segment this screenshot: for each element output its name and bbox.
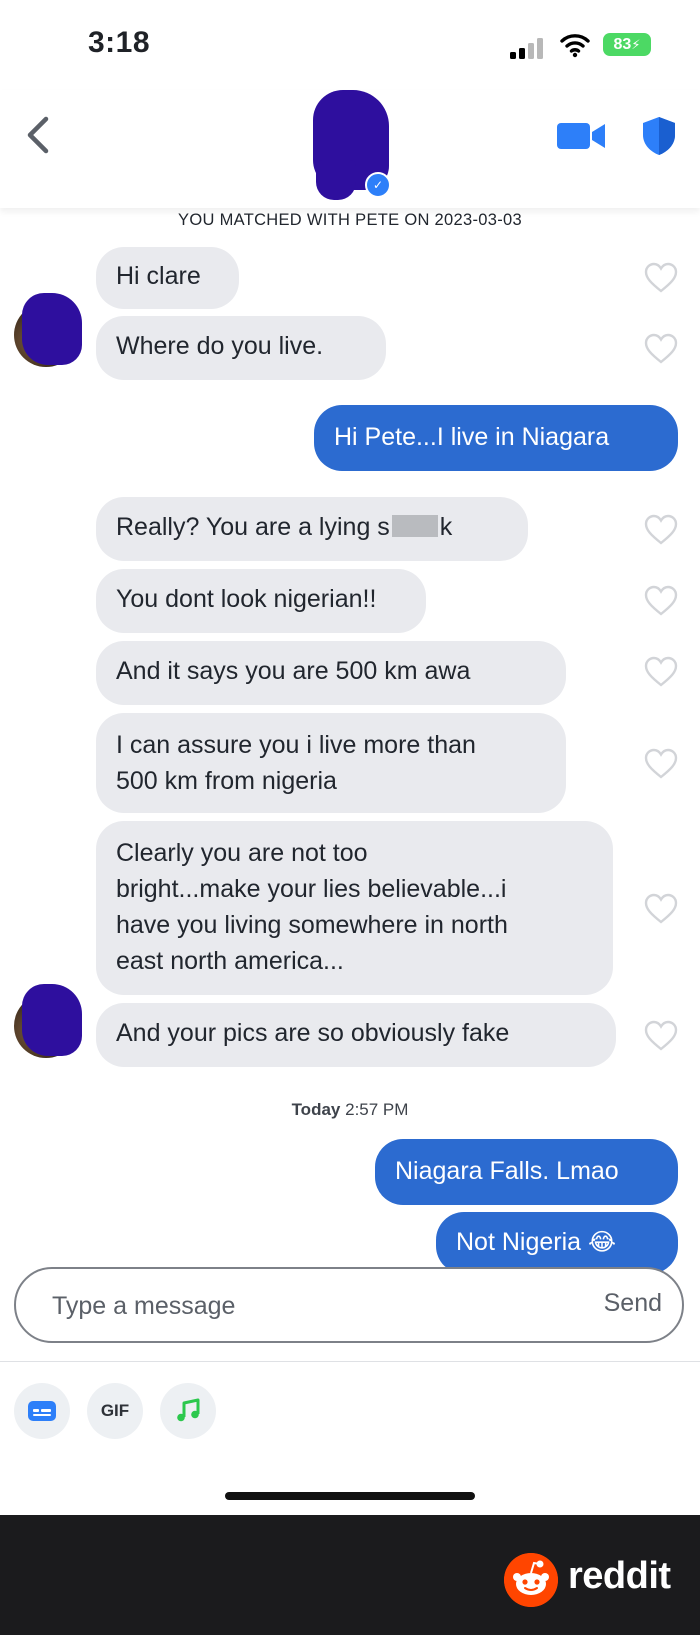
timestamp-time: 2:57 PM bbox=[345, 1100, 409, 1119]
message-text: 500 km from nigeria bbox=[116, 767, 337, 795]
heart-icon[interactable] bbox=[644, 893, 678, 925]
message-text: Hi Pete...I live in Niagara bbox=[334, 423, 610, 451]
message-bubble-received[interactable]: Where do you live. bbox=[96, 316, 386, 380]
battery-icon: 83 ⚡ bbox=[603, 33, 651, 56]
sender-avatar[interactable] bbox=[14, 984, 86, 1058]
send-button[interactable]: Send bbox=[604, 1289, 662, 1318]
message-bubble-received[interactable]: I can assure you i live more than 500 km… bbox=[96, 713, 566, 813]
message-bubble-received[interactable]: Hi clare bbox=[96, 247, 239, 309]
message-bubble-received[interactable]: Clearly you are not too bright...make yo… bbox=[96, 821, 613, 995]
message-bubble-sent[interactable]: Hi Pete...I live in Niagara bbox=[314, 405, 678, 471]
message-text: Where do you live. bbox=[116, 332, 324, 360]
message-text: You dont look nigerian!! bbox=[116, 585, 377, 613]
message-text: Hi clare bbox=[116, 262, 201, 290]
message-bubble-received[interactable]: And your pics are so obviously fake bbox=[96, 1003, 616, 1067]
message-input[interactable] bbox=[50, 1287, 534, 1325]
wifi-icon bbox=[560, 34, 590, 58]
message-text: bright...make your lies believable...i bbox=[116, 875, 507, 903]
message-text: Niagara Falls. Lmao bbox=[395, 1157, 619, 1185]
heart-icon[interactable] bbox=[644, 514, 678, 546]
message-text: k bbox=[439, 513, 453, 541]
card-icon[interactable] bbox=[14, 1383, 70, 1439]
music-note-glyph bbox=[177, 1398, 200, 1422]
heart-icon[interactable] bbox=[644, 748, 678, 780]
heart-icon[interactable] bbox=[644, 333, 678, 365]
match-avatar[interactable]: ✓ bbox=[313, 90, 391, 200]
shield-icon[interactable] bbox=[640, 115, 678, 157]
reddit-watermark: reddit bbox=[0, 1515, 700, 1635]
heart-icon[interactable] bbox=[644, 1020, 678, 1052]
message-composer: Send bbox=[14, 1267, 684, 1343]
music-note-icon[interactable] bbox=[160, 1383, 216, 1439]
match-banner: YOU MATCHED WITH PETE ON 2023-03-03 bbox=[178, 211, 522, 229]
message-bubble-sent[interactable]: Niagara Falls. Lmao bbox=[375, 1139, 678, 1205]
heart-icon[interactable] bbox=[644, 585, 678, 617]
message-text: I can assure you i live more than bbox=[116, 731, 476, 759]
message-bubble-received[interactable]: Really? You are a lying s k bbox=[96, 497, 528, 561]
message-text: Clearly you are not too bbox=[116, 839, 368, 867]
heart-icon[interactable] bbox=[644, 262, 678, 294]
home-indicator bbox=[225, 1492, 475, 1500]
message-bubble-received[interactable]: And it says you are 500 km awa bbox=[96, 641, 566, 705]
message-text: Not Nigeria bbox=[456, 1228, 582, 1256]
censor-bar bbox=[391, 515, 438, 537]
message-bubble-received[interactable]: You dont look nigerian!! bbox=[96, 569, 426, 633]
laughing-emoji-icon: 😂 bbox=[588, 1228, 617, 1256]
reddit-logo-icon bbox=[504, 1553, 558, 1607]
status-time: 3:18 bbox=[88, 26, 151, 59]
battery-level: 83 bbox=[613, 35, 632, 53]
gif-button[interactable]: GIF bbox=[87, 1383, 143, 1439]
video-camera-icon[interactable] bbox=[556, 120, 606, 152]
message-text: And your pics are so obviously fake bbox=[116, 1019, 510, 1047]
toolbar-divider bbox=[0, 1361, 700, 1362]
message-timestamp: Today 2:57 PM bbox=[0, 1100, 700, 1120]
message-text: Really? You are a lying s bbox=[116, 513, 390, 541]
status-bar: 3:18 83 ⚡ bbox=[0, 0, 700, 90]
cellular-signal-icon bbox=[510, 37, 544, 59]
message-text: east north america... bbox=[116, 947, 344, 975]
gif-label: GIF bbox=[100, 1401, 130, 1420]
message-text: have you living somewhere in north bbox=[116, 911, 508, 939]
timestamp-day: Today bbox=[291, 1100, 341, 1119]
message-bubble-sent[interactable]: Not Nigeria 😂 bbox=[436, 1212, 678, 1274]
heart-icon[interactable] bbox=[644, 656, 678, 688]
chat-header: ✓ bbox=[0, 90, 700, 208]
chevron-left-icon[interactable] bbox=[22, 115, 56, 155]
card-icon-glyph bbox=[28, 1401, 56, 1421]
verified-badge-icon: ✓ bbox=[365, 172, 391, 198]
reddit-wordmark: reddit bbox=[568, 1555, 671, 1597]
sender-avatar[interactable] bbox=[14, 293, 86, 367]
message-text: And it says you are 500 km awa bbox=[116, 657, 471, 685]
